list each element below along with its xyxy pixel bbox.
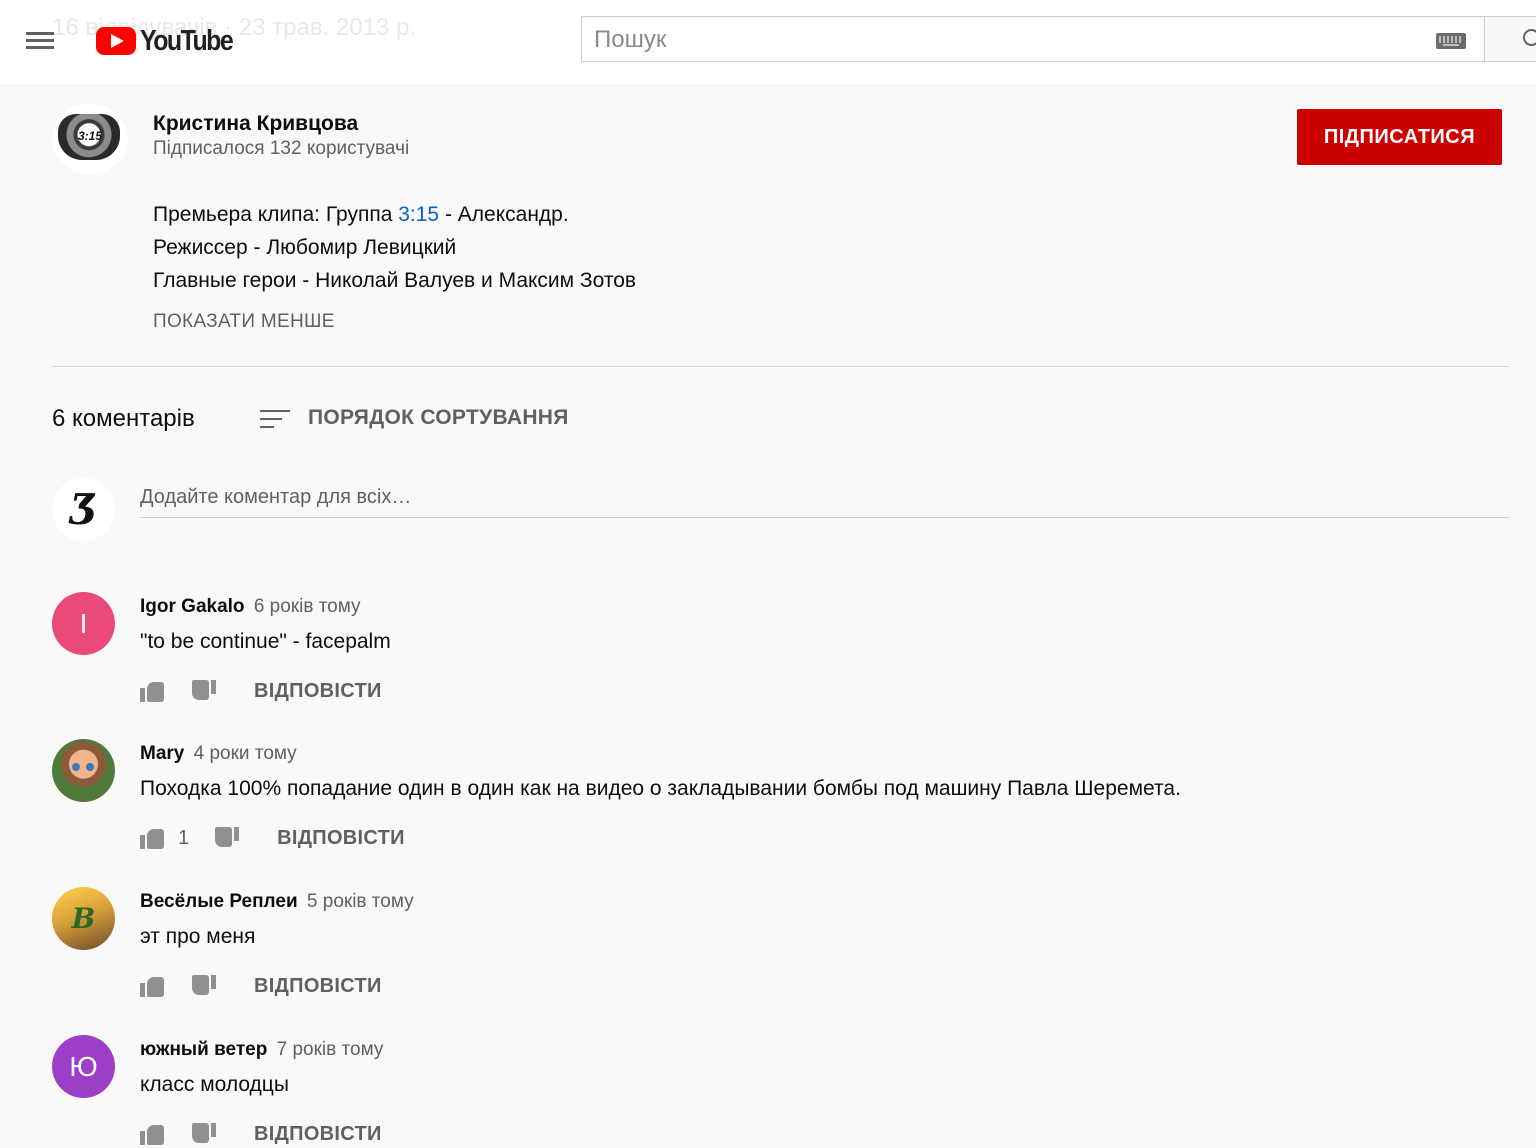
comment-author[interactable]: Mary xyxy=(140,743,184,764)
comment-author[interactable]: Весёлые Реплеи xyxy=(140,891,298,912)
current-user-avatar: Ʒ xyxy=(52,478,115,541)
play-logo-icon xyxy=(96,27,136,55)
keyboard-icon[interactable] xyxy=(1436,33,1466,49)
comment-author-avatar[interactable]: I xyxy=(52,592,115,655)
comment-text: "to be continue" - facepalm xyxy=(140,630,391,653)
thumbs-down-icon[interactable] xyxy=(190,1122,216,1146)
add-comment-input[interactable] xyxy=(140,478,1509,518)
comment-actions: ВІДПОВІСТИ xyxy=(140,677,382,705)
thumbs-up-icon[interactable] xyxy=(140,679,166,703)
description-text: Премьера клипа: Группа xyxy=(153,203,399,226)
logo-text: YouTube xyxy=(140,24,234,57)
comment-header: южный ветер 7 років тому xyxy=(140,1039,383,1061)
channel-avatar-text: 3:15 xyxy=(77,129,103,143)
thumbs-up-icon[interactable] xyxy=(140,974,166,998)
reply-button[interactable]: ВІДПОВІСТИ xyxy=(277,827,405,850)
description-line-3: Главные герои - Николай Валуев и Максим … xyxy=(153,269,637,292)
comment-text: Походка 100% попадание один в один как н… xyxy=(140,777,1181,800)
comment-time[interactable]: 6 років тому xyxy=(254,596,361,617)
description-line-2: Режиссер - Любомир Левицкий xyxy=(153,236,457,259)
comment-author-avatar[interactable]: Ю xyxy=(52,1035,115,1098)
channel-name[interactable]: Кристина Кривцова xyxy=(153,112,358,136)
video-description: Премьера клипа: Группа 3:15 - Александр.… xyxy=(153,198,636,297)
description-link[interactable]: 3:15 xyxy=(398,203,439,226)
search-input[interactable] xyxy=(592,17,1426,63)
comment-text: класс молодцы xyxy=(140,1073,289,1096)
search-button[interactable] xyxy=(1485,16,1536,62)
thumbs-up-icon[interactable] xyxy=(140,1122,166,1146)
reply-button[interactable]: ВІДПОВІСТИ xyxy=(254,680,382,703)
sort-by-button[interactable]: ПОРЯДОК СОРТУВАННЯ xyxy=(308,406,569,430)
subscribe-button[interactable]: ПІДПИСАТИСЯ xyxy=(1297,109,1502,165)
search-icon xyxy=(1523,29,1536,46)
comment-actions: ВІДПОВІСТИ xyxy=(140,972,382,1000)
show-less-button[interactable]: ПОКАЗАТИ МЕНШЕ xyxy=(153,311,335,333)
channel-avatar[interactable]: 3:15 xyxy=(52,104,128,174)
comment-text: эт про меня xyxy=(140,925,256,948)
comment-author[interactable]: Igor Gakalo xyxy=(140,596,245,617)
search-box xyxy=(581,16,1485,63)
like-count: 1 xyxy=(178,826,190,849)
subscriber-count: Підписалося 132 користувачі xyxy=(153,138,410,159)
reply-button[interactable]: ВІДПОВІСТИ xyxy=(254,1123,382,1146)
comment-time[interactable]: 4 роки тому xyxy=(194,743,297,764)
hamburger-menu-icon[interactable] xyxy=(24,30,56,52)
sort-icon[interactable] xyxy=(260,409,290,429)
description-text: - Александр. xyxy=(439,203,569,226)
thumbs-down-icon[interactable] xyxy=(213,826,240,850)
comment-author[interactable]: южный ветер xyxy=(140,1039,267,1060)
youtube-logo[interactable]: YouTube xyxy=(96,24,247,58)
comment-author-avatar[interactable] xyxy=(52,739,115,802)
comments-count: 6 коментарів xyxy=(52,405,195,432)
comment-actions: ВІДПОВІСТИ xyxy=(140,1120,382,1148)
description-line-1: Премьера клипа: Группа 3:15 - Александр. xyxy=(153,198,636,231)
comment-time[interactable]: 7 років тому xyxy=(277,1039,384,1060)
comment-header: Весёлые Реплеи 5 років тому xyxy=(140,891,414,913)
thumbs-down-icon[interactable] xyxy=(190,974,216,998)
section-divider xyxy=(52,366,1509,367)
comment-author-avatar[interactable]: B xyxy=(52,887,115,950)
comment-header: Igor Gakalo 6 років тому xyxy=(140,596,361,618)
reply-button[interactable]: ВІДПОВІСТИ xyxy=(254,975,382,998)
comment-actions: 1 ВІДПОВІСТИ xyxy=(140,824,405,852)
comment-time[interactable]: 5 років тому xyxy=(307,891,414,912)
comment-header: Mary 4 роки тому xyxy=(140,743,297,765)
thumbs-down-icon[interactable] xyxy=(190,679,216,703)
thumbs-up-icon[interactable] xyxy=(140,826,166,850)
masthead: 16 відвідувачів · 23 трав. 2013 р. YouTu… xyxy=(0,0,1536,84)
